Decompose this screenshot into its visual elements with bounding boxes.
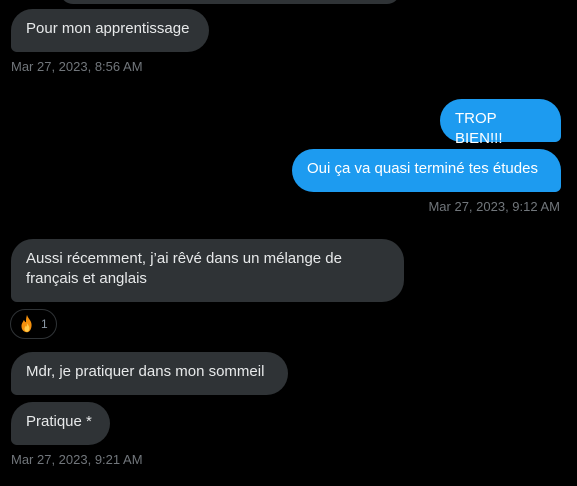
reaction-badge[interactable]: 1 [10,309,57,339]
incoming-message-bubble[interactable]: Pour mon apprentissage [11,9,209,52]
message-text: Pour mon apprentissage [26,20,190,37]
outgoing-message-bubble[interactable]: Oui ça va quasi terminé tes études [292,149,561,192]
message-timestamp: Mar 27, 2023, 8:56 AM [11,59,143,74]
outgoing-message-bubble[interactable]: TROP BIEN!!! [440,99,561,147]
message-timestamp: Mar 27, 2023, 9:12 AM [428,199,560,214]
previous-message-bubble-edge [60,0,400,4]
message-text: Aussi récemment, j’ai rêvé dans un mélan… [26,250,342,287]
message-timestamp: Mar 27, 2023, 9:21 AM [11,452,143,467]
message-text: Pratique * [26,413,92,430]
message-text: Mdr, je pratiquer dans mon sommeil [26,363,265,380]
incoming-message-bubble[interactable]: Aussi récemment, j’ai rêvé dans un mélan… [11,239,404,302]
message-thread: Pour mon apprentissage Mar 27, 2023, 8:5… [0,0,577,486]
fire-icon [21,314,32,333]
incoming-message-bubble[interactable]: Pratique * [11,402,110,445]
message-text: TROP BIEN!!! [455,110,503,147]
reaction-count: 1 [41,317,48,331]
message-text: Oui ça va quasi terminé tes études [307,160,538,177]
incoming-message-bubble[interactable]: Mdr, je pratiquer dans mon sommeil [11,352,288,395]
